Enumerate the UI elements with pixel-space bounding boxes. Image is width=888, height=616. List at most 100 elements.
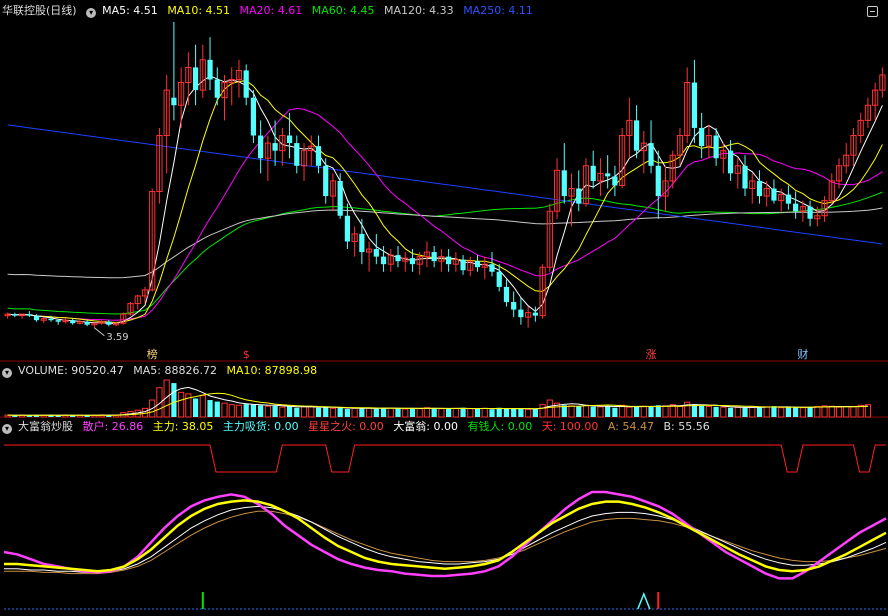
volume-bar-up — [423, 407, 431, 418]
volume-bar-down — [344, 408, 351, 417]
candle-body-down — [590, 165, 596, 181]
indicator-title: 大富翁炒股 — [18, 420, 73, 433]
volume-ma10-line — [7, 392, 868, 416]
low-marker-arrow — [94, 327, 105, 337]
indicator-header: ▾ 大富翁炒股 散户: 26.86 主力: 38.05 主力吸货: 0.00 星星… — [2, 419, 716, 435]
volume-bar-up — [402, 408, 409, 418]
candle-body-down — [214, 79, 220, 98]
volume-bar-up — [676, 406, 684, 418]
volume-bar-up — [308, 406, 315, 418]
collapse-icon[interactable]: ▾ — [2, 424, 12, 434]
candle-body-down — [48, 318, 54, 321]
volume-bar-down — [286, 406, 293, 417]
volume-bar-down — [359, 407, 365, 417]
indicator-line-1 — [4, 499, 887, 573]
volume-title: VOLUME: 90520.47 — [18, 364, 124, 377]
volume-bar-down — [785, 407, 792, 417]
volume-bar-down — [192, 398, 199, 417]
signal-bottom-peak — [637, 591, 651, 610]
volume-bar-up — [799, 407, 806, 418]
zhuli-xihuo-label: 主力吸货: 0.00 — [222, 420, 299, 433]
candle-body-down — [605, 173, 611, 177]
volume-bar-down — [655, 405, 661, 417]
ma20-label: MA20: 4.61 — [239, 4, 303, 17]
volume-bar-up — [749, 406, 756, 418]
volume-bar-down — [576, 406, 582, 417]
candle-body-down — [496, 271, 502, 287]
stock-chart: 榜 $ 涨 财 3.59 — [0, 22, 888, 610]
signal-top-line — [4, 444, 886, 473]
volume-bar-down — [373, 408, 379, 417]
candle-body-down — [395, 255, 401, 262]
xingxing-label: 星星之火: 0.00 — [308, 420, 384, 433]
volume-bar-up — [438, 408, 445, 418]
stock-title: 华联控股(日线) — [2, 4, 77, 17]
candle-body-down — [532, 312, 538, 316]
volume-ma5-line — [7, 386, 868, 416]
volume-bar-up — [619, 404, 626, 418]
event-label: 榜 — [147, 347, 158, 361]
indicator-line-2 — [4, 505, 887, 573]
candle-body-down — [742, 165, 748, 189]
candle-body-down — [171, 97, 177, 106]
volume-bar-up — [763, 406, 770, 418]
volume-bar-down — [272, 405, 278, 417]
volume-bar-up — [235, 404, 243, 418]
volume-bar-down — [793, 407, 799, 417]
volume-bar-down — [250, 404, 257, 417]
volume-bar-down — [532, 408, 538, 417]
event-label: 财 — [797, 347, 808, 361]
volume-bar-up — [843, 406, 850, 418]
ma60-label: MA60: 4.45 — [311, 4, 375, 17]
volume-bar-up — [705, 406, 712, 418]
volume-bar-down — [503, 408, 510, 417]
candle-body-down — [323, 165, 329, 197]
event-label: $ — [243, 348, 250, 361]
candle-body-down — [70, 320, 76, 324]
volume-bar-down — [633, 406, 640, 417]
volume-bar-down — [727, 407, 734, 417]
volume-bar-down — [648, 406, 654, 417]
indicator-lines — [3, 490, 887, 580]
low-marker: 3.59 — [94, 327, 129, 343]
volume-bar-down — [474, 408, 481, 417]
volume-bar-down — [771, 406, 777, 417]
ma120-label: MA120: 4.33 — [383, 4, 454, 17]
candle-body-down — [561, 170, 567, 197]
candle-body-down — [250, 97, 257, 136]
volume-bar-up — [416, 408, 423, 418]
candle-body-down — [655, 165, 661, 197]
tian-label: 天: 100.00 — [541, 420, 599, 433]
candle-body-down — [771, 188, 777, 201]
volume-bar-up — [539, 404, 546, 418]
candle-body-down — [192, 67, 199, 91]
volume-bar-down — [446, 408, 452, 417]
candle-body-down — [380, 256, 387, 265]
candle-body-down — [807, 206, 813, 219]
event-labels: 榜 $ 涨 财 — [147, 347, 809, 361]
volume-bar-down — [214, 401, 220, 417]
volume-bar-down — [612, 407, 618, 417]
volume-bar-up — [582, 404, 590, 418]
volume-bar-up — [568, 405, 575, 418]
volume-bar-up — [300, 406, 308, 418]
candle-body-down — [699, 127, 705, 147]
volume-bar-up — [387, 407, 394, 418]
candle-body-down — [337, 180, 343, 216]
candle-body-down — [272, 143, 278, 151]
candle-body-down — [286, 135, 293, 144]
a-label: A: 54.47 — [607, 420, 654, 433]
volume-bar-up — [279, 406, 286, 418]
volume-bar-down — [489, 409, 495, 417]
candle-body-down — [489, 264, 495, 272]
volume-bar-up — [481, 407, 488, 418]
volume-bar-up — [351, 407, 358, 418]
collapse-icon[interactable]: ▾ — [2, 368, 12, 378]
volume-bar-down — [605, 406, 611, 417]
window-control-icon[interactable] — [867, 6, 878, 17]
dafuweng-label: 大富翁: 0.00 — [393, 420, 459, 433]
collapse-icon[interactable]: ▾ — [86, 8, 97, 18]
volume-bar-up — [814, 406, 821, 418]
volume-bar-down — [315, 407, 322, 417]
moving-average-lines — [7, 75, 883, 325]
